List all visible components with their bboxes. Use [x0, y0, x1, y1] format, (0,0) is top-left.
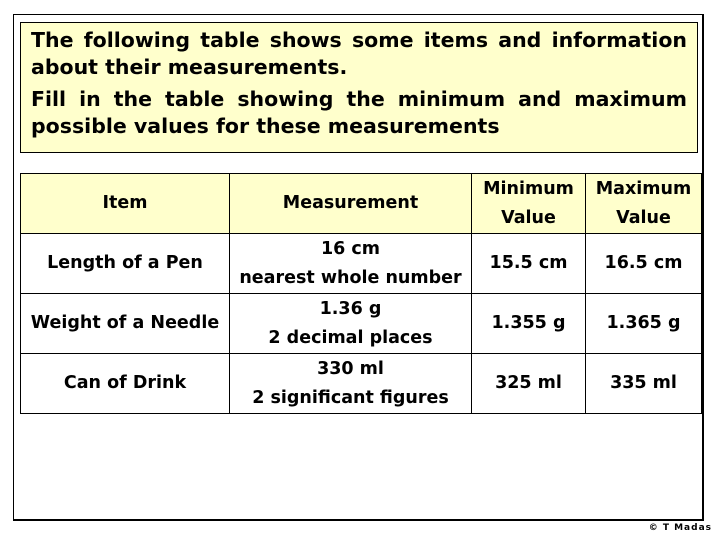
cell-maximum: 1.365 g — [585, 293, 702, 354]
cell-minimum: 325 ml — [471, 353, 586, 414]
header-maximum-value: Maximum Value — [585, 173, 702, 234]
copyright-notice: © T Madas — [648, 523, 712, 533]
table-header-row: Item Measurement Minimum Value Maximum V… — [20, 173, 702, 234]
header-maximum-line-1: Maximum — [595, 178, 692, 199]
cell-maximum: 16.5 cm — [585, 233, 702, 294]
question-box: The following table shows some items and… — [20, 22, 698, 153]
measurement-value: 16 cm — [320, 238, 381, 259]
cell-item: Can of Drink — [20, 353, 230, 414]
cell-maximum: 335 ml — [585, 353, 702, 414]
measurement-precision: nearest whole number — [239, 267, 462, 288]
table-row: Can of Drink 330 ml 2 significant figure… — [20, 353, 702, 414]
measurement-value: 330 ml — [317, 358, 384, 379]
question-paragraph-1: The following table shows some items and… — [31, 28, 687, 79]
header-measurement: Measurement — [229, 173, 472, 234]
measurement-precision: 2 significant figures — [252, 387, 449, 408]
header-maximum-line-2: Value — [616, 207, 671, 228]
header-item-label: Item — [102, 193, 148, 213]
measurement-precision: 2 decimal places — [268, 327, 433, 348]
cell-measurement: 330 ml 2 significant figures — [229, 353, 472, 414]
cell-item: Length of a Pen — [20, 233, 230, 294]
header-minimum-line-1: Minimum — [483, 178, 574, 199]
header-minimum-line-2: Value — [501, 207, 556, 228]
table-row: Weight of a Needle 1.36 g 2 decimal plac… — [20, 293, 702, 354]
question-paragraph-2: Fill in the table showing the minimum an… — [31, 87, 687, 138]
header-minimum-value: Minimum Value — [471, 173, 586, 234]
measurements-table: Item Measurement Minimum Value Maximum V… — [20, 173, 702, 414]
cell-measurement: 16 cm nearest whole number — [229, 233, 472, 294]
cell-measurement: 1.36 g 2 decimal places — [229, 293, 472, 354]
cell-minimum: 15.5 cm — [471, 233, 586, 294]
measurement-value: 1.36 g — [319, 298, 382, 319]
cell-minimum: 1.355 g — [471, 293, 586, 354]
header-measurement-label: Measurement — [282, 193, 419, 213]
cell-item: Weight of a Needle — [20, 293, 230, 354]
header-item: Item — [20, 173, 230, 234]
table-row: Length of a Pen 16 cm nearest whole numb… — [20, 233, 702, 294]
